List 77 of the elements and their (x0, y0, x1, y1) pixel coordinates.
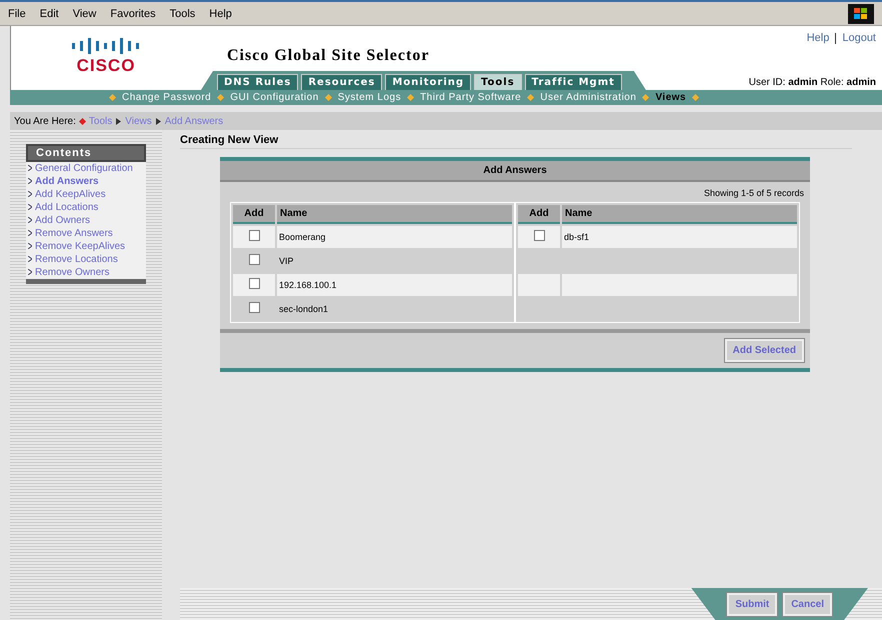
column-header: Add (233, 205, 275, 224)
menu-item[interactable]: File (8, 8, 26, 20)
sidebar-item[interactable]: Add KeepAlives (26, 188, 146, 201)
menu-item[interactable]: Help (209, 8, 232, 20)
sidebar-item[interactable]: Add Owners (26, 214, 146, 227)
sidebar-item[interactable]: Remove KeepAlives (26, 240, 146, 253)
sidebar-title: Contents (26, 144, 146, 162)
checkbox[interactable] (248, 302, 260, 313)
breadcrumb-link[interactable]: Add Answers (164, 116, 224, 126)
windows-logo-icon (848, 4, 874, 24)
chevron-icon (28, 269, 32, 275)
menu-item[interactable]: Edit (40, 8, 59, 20)
add-selected-button[interactable]: Add Selected (724, 339, 804, 362)
nav-link[interactable]: Third Party Software (420, 92, 522, 103)
table-cell: db-sf1 (564, 232, 590, 242)
sidebar-item[interactable]: Remove Answers (26, 227, 146, 240)
help-link[interactable]: Help (806, 32, 830, 44)
column-header: Name (277, 205, 512, 224)
chevron-icon (28, 178, 32, 184)
app-title: Cisco Global Site Selector (227, 47, 430, 65)
chevron-icon (116, 118, 122, 124)
nav-link[interactable]: GUI Configuration (230, 92, 319, 103)
checkbox[interactable] (248, 230, 260, 241)
checkbox[interactable] (534, 230, 544, 241)
tab[interactable]: Monitoring (385, 74, 472, 90)
logout-link[interactable]: Logout (842, 32, 876, 44)
tab[interactable]: Tools (474, 74, 522, 90)
page-title: Creating New View (180, 130, 852, 149)
chevron-icon (28, 243, 32, 249)
chevron-icon (28, 217, 32, 223)
checkbox[interactable] (248, 278, 260, 289)
sidebar-item[interactable]: Add Locations (26, 201, 146, 214)
bullet-icon (642, 94, 650, 102)
table-cell: Boomerang (279, 232, 326, 242)
chevron-icon (28, 204, 32, 210)
sidebar-item[interactable]: Remove Owners (26, 266, 146, 279)
bullet-icon (527, 94, 534, 102)
bullet-icon (324, 94, 332, 102)
nav-link[interactable]: System Logs (338, 92, 402, 103)
bullet-icon (407, 94, 414, 102)
panel-title: Add Answers (220, 161, 810, 182)
chevron-icon (28, 165, 32, 171)
tab[interactable]: DNS Rules (217, 74, 298, 90)
chevron-icon (28, 230, 32, 236)
chevron-icon (28, 191, 32, 197)
chevron-icon (28, 256, 32, 262)
table-cell: VIP (279, 256, 294, 266)
menu-item[interactable]: Favorites (110, 8, 156, 20)
menu-item[interactable]: View (72, 8, 96, 20)
breadcrumb-label: You Are Here: (14, 116, 76, 126)
checkbox[interactable] (248, 254, 260, 265)
table-cell: 192.168.100.1 (279, 280, 337, 290)
logo: CISCO (76, 56, 136, 76)
nav-link[interactable]: User Administration (540, 92, 636, 103)
bullet-icon (78, 117, 86, 125)
user-info: User ID: admin Role: admin (748, 77, 876, 88)
breadcrumb-link[interactable]: Tools (88, 116, 112, 126)
column-header: Name (562, 205, 797, 224)
nav-link[interactable]: Views (655, 92, 686, 103)
logo-bars-icon (70, 36, 142, 56)
record-count: Showing 1-5 of 5 records (702, 187, 805, 200)
bullet-icon (108, 94, 116, 102)
bullet-icon (692, 94, 700, 102)
column-header: Add (518, 205, 560, 224)
nav-link[interactable]: Change Password (122, 92, 212, 103)
menu-item[interactable]: Tools (170, 8, 196, 20)
tab[interactable]: Traffic Mgmt (524, 74, 622, 90)
table-cell: sec-london1 (279, 304, 328, 314)
sidebar-item[interactable]: General Configuration (26, 162, 146, 175)
bullet-icon (217, 94, 224, 102)
tab[interactable]: Resources (301, 74, 382, 90)
sidebar-item[interactable]: Add Answers (26, 175, 146, 188)
breadcrumb-link[interactable]: Views (125, 116, 152, 126)
form-button[interactable]: Cancel (783, 592, 832, 616)
form-button[interactable]: Submit (727, 592, 778, 616)
chevron-icon (156, 118, 161, 124)
sidebar-item[interactable]: Remove Locations (26, 253, 146, 266)
